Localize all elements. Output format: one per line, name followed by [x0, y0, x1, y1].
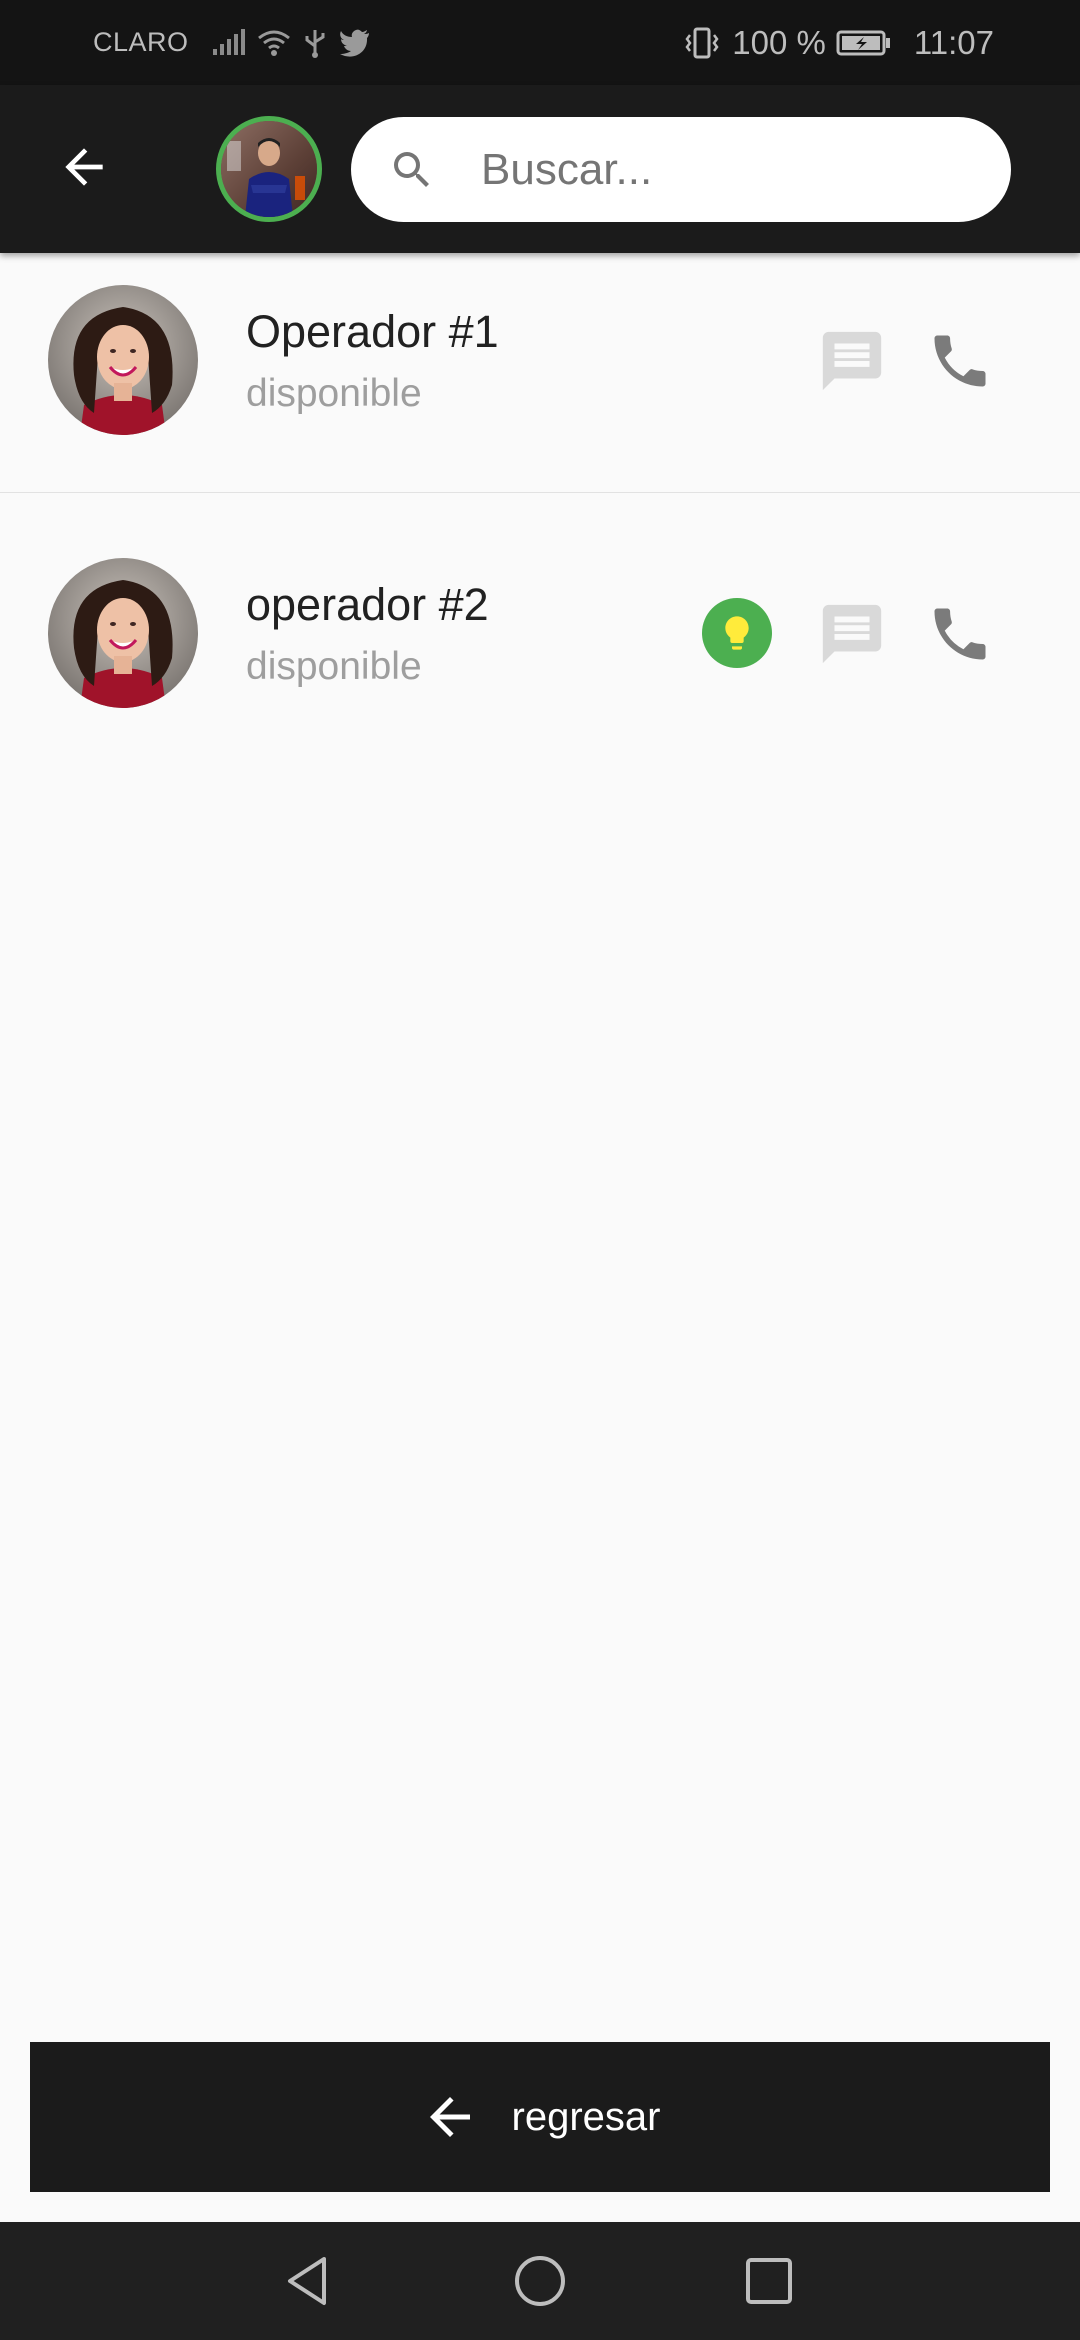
nav-home-button[interactable]: [500, 2241, 580, 2321]
phone-icon: [934, 335, 986, 387]
lightbulb-icon: [725, 616, 749, 650]
system-nav-bar: [0, 2222, 1080, 2340]
app-bar: [0, 85, 1080, 253]
chat-icon: [822, 604, 882, 664]
regresar-button[interactable]: regresar: [30, 2042, 1050, 2192]
search-icon: [387, 145, 437, 195]
user-photo: [221, 121, 317, 217]
list-item[interactable]: operador #2 disponible: [0, 516, 1080, 756]
search-input[interactable]: [481, 144, 951, 195]
call-button[interactable]: [924, 325, 996, 397]
avatar: [48, 558, 198, 708]
operator-list: Operador #1 disponible operador #2 dispo…: [0, 253, 1080, 733]
nav-recents-button[interactable]: [729, 2241, 809, 2321]
call-button[interactable]: [924, 598, 996, 670]
chat-button[interactable]: [816, 325, 888, 397]
avatar: [48, 285, 198, 435]
nav-recents-icon: [746, 2258, 792, 2304]
screen: CLARO 100 % 11:07 Buscar... Operador #1 …: [0, 0, 1080, 2340]
chat-icon: [822, 331, 882, 391]
status-bar-right: 100 % 11:07: [684, 24, 994, 62]
twitter-icon: [339, 29, 371, 57]
status-bar-left: CLARO: [93, 27, 383, 58]
nav-home-icon: [515, 2256, 565, 2306]
wifi-icon: [257, 29, 291, 57]
user-avatar[interactable]: [216, 116, 322, 222]
phone-icon: [934, 608, 986, 660]
list-item[interactable]: Operador #1 disponible: [0, 253, 1080, 493]
vibrate-icon: [684, 27, 720, 59]
search-bar[interactable]: [351, 117, 1011, 222]
back-button[interactable]: [44, 127, 124, 207]
idea-badge[interactable]: [702, 598, 772, 668]
arrow-back-icon: [429, 2097, 470, 2137]
nav-back-button[interactable]: [268, 2241, 348, 2321]
clock: 11:07: [913, 23, 994, 61]
status-bar: CLARO 100 % 11:07: [0, 0, 1080, 85]
regresar-label: regresar: [511, 2094, 661, 2139]
signal-icon: [211, 28, 245, 57]
chat-button[interactable]: [816, 598, 888, 670]
battery-percent: 100 %: [732, 23, 826, 61]
nav-back-icon: [288, 2257, 326, 2305]
arrow-back-icon: [65, 148, 103, 186]
operator-status: disponible: [246, 645, 422, 688]
operator-status: disponible: [246, 372, 422, 415]
operator-name: operador #2: [246, 579, 489, 630]
usb-icon: [303, 28, 327, 58]
operator-name: Operador #1: [246, 306, 499, 357]
battery-charging-icon: [836, 29, 892, 57]
carrier-label: CLARO: [93, 27, 189, 57]
